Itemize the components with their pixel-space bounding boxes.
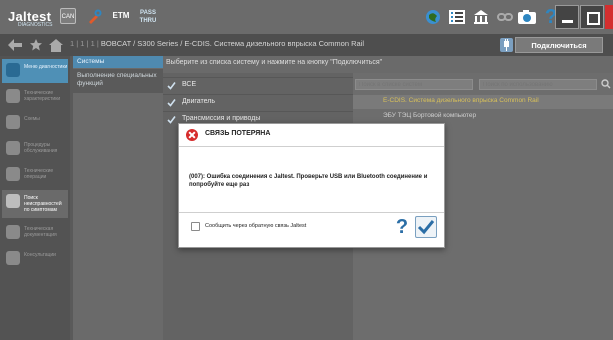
can-button[interactable]: CAN: [60, 8, 76, 24]
result-item[interactable]: ЭБУ ТЭЦ Бортовой компьютер: [353, 110, 613, 122]
feedback-checkbox-label[interactable]: Сообщить через обратную связь Jaltest: [205, 223, 306, 229]
rail-item-label: Техническая документация: [24, 226, 57, 238]
close-button[interactable]: [605, 5, 613, 29]
search-usage-input[interactable]: [479, 79, 597, 90]
top-toolbar: Jaltest DIAGNOSTICS CAN ETM PASS THRU ?: [0, 0, 613, 34]
dialog-ok-button[interactable]: [415, 216, 437, 238]
result-item-label: E-CDIS. Система дизельного впрыска Commo…: [383, 97, 539, 104]
specs-icon: [6, 89, 20, 103]
consultations-icon: [6, 251, 20, 265]
dialog-divider: [179, 212, 444, 213]
rail-item-label: Меню диагностики: [24, 64, 68, 70]
breadcrumb: 1 | 1 | 1 | BOBCAT / S300 Series / E-CDI…: [70, 39, 364, 48]
rail-item-operations[interactable]: Технические операции: [2, 163, 68, 187]
rail-item-label: Поиск неисправностей по симптомам: [24, 195, 62, 213]
systems-column: Системы Выполнение специальных функций: [73, 56, 163, 340]
rail-item-label: Технические операции: [24, 168, 54, 180]
instruction-text: Выберите из списка систему и нажмите на …: [166, 59, 383, 66]
rail-item-specs[interactable]: Технические характеристики: [2, 85, 68, 109]
list-item[interactable]: ВСЕ: [163, 77, 353, 93]
dialog-title-bar: СВЯЗЬ ПОТЕРЯНА: [179, 124, 444, 147]
back-icon[interactable]: [6, 37, 24, 53]
error-icon: [186, 129, 198, 141]
rail-item-documentation[interactable]: Техническая документация: [2, 221, 68, 245]
rail-item-label: Технические характеристики: [24, 90, 61, 102]
rail-item-label: Процедуры обслуживания: [24, 142, 58, 154]
result-item-label: ЭБУ ТЭЦ Бортовой компьютер: [383, 112, 477, 119]
breadcrumb-bar: 1 | 1 | 1 | BOBCAT / S300 Series / E-CDI…: [0, 34, 613, 56]
etm-button[interactable]: ETM: [107, 7, 135, 25]
systems-header[interactable]: Системы: [73, 56, 163, 68]
list-item-label: Трансмиссия и приводы: [182, 115, 261, 122]
search-icon[interactable]: [600, 77, 612, 91]
diagnostics-menu-icon: [6, 63, 20, 77]
documentation-icon: [6, 225, 20, 239]
special-functions-item[interactable]: Выполнение специальных функций: [73, 69, 163, 93]
dialog-message: (007): Ошибка соединения с Jaltest. Пров…: [189, 174, 428, 188]
bank-icon[interactable]: [470, 6, 492, 28]
star-icon[interactable]: [27, 37, 45, 53]
maximize-button[interactable]: [580, 5, 604, 29]
rail-item-label: Консультации: [24, 252, 56, 258]
operations-icon: [6, 167, 20, 181]
list-icon[interactable]: [446, 6, 468, 28]
search-systems-input[interactable]: [355, 79, 473, 90]
pass-thru-button[interactable]: PASS THRU: [137, 6, 159, 28]
check-icon[interactable]: [167, 81, 176, 90]
home-icon[interactable]: [47, 37, 65, 53]
globe-icon[interactable]: [422, 6, 444, 28]
result-item[interactable]: E-CDIS. Система дизельного впрыска Commo…: [353, 95, 613, 109]
list-item-label: Двигатель: [182, 98, 216, 105]
rail-item-consultations[interactable]: Консультации: [2, 247, 68, 271]
wrench-icon[interactable]: [84, 6, 106, 28]
connection-lost-dialog: СВЯЗЬ ПОТЕРЯНА (007): Ошибка соединения …: [178, 123, 445, 248]
breadcrumb-prefix: 1 | 1 | 1 |: [70, 39, 101, 48]
feedback-checkbox[interactable]: [191, 222, 200, 231]
app-window: Jaltest DIAGNOSTICS CAN ETM PASSTHRU ?: [0, 0, 613, 340]
rail-item-diagnostics-menu[interactable]: Меню диагностики: [2, 59, 68, 83]
link-icon[interactable]: [494, 6, 516, 28]
check-icon[interactable]: [167, 115, 176, 124]
rail-item-diagrams[interactable]: Схемы: [2, 111, 68, 135]
troubleshooting-icon: [6, 194, 20, 208]
minimize-button[interactable]: [555, 5, 579, 29]
rail-item-maintenance[interactable]: Процедуры обслуживания: [2, 137, 68, 161]
checkmark-icon: [417, 220, 435, 235]
rail-item-label: Схемы: [24, 116, 40, 122]
camera-icon[interactable]: [516, 6, 538, 28]
list-item[interactable]: Двигатель: [163, 94, 353, 110]
breadcrumb-path[interactable]: BOBCAT / S300 Series / E-CDIS. Система д…: [101, 39, 364, 48]
left-rail: Меню диагностики Технические характерист…: [0, 56, 70, 340]
check-icon[interactable]: [167, 98, 176, 107]
list-item-label: ВСЕ: [182, 81, 197, 88]
rail-item-troubleshooting[interactable]: Поиск неисправностей по симптомам: [2, 190, 68, 218]
dialog-help-button[interactable]: ?: [391, 216, 413, 238]
diagrams-icon: [6, 115, 20, 129]
dialog-title: СВЯЗЬ ПОТЕРЯНА: [205, 130, 271, 137]
maintenance-icon: [6, 141, 20, 155]
plug-icon: [500, 38, 513, 52]
jaltest-logo-subtitle: DIAGNOSTICS: [18, 22, 53, 28]
connect-button[interactable]: Подключиться: [515, 37, 603, 53]
